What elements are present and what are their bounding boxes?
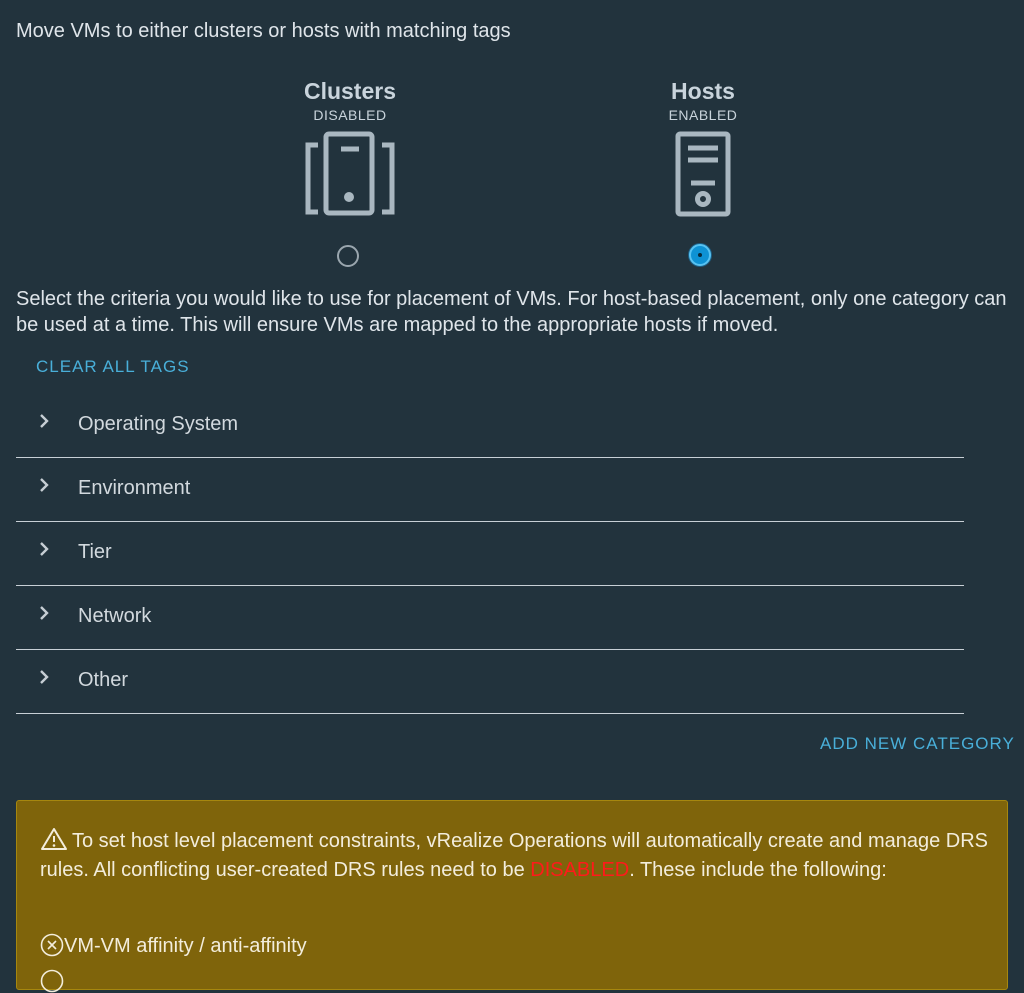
category-network[interactable]: Network bbox=[16, 586, 964, 650]
drs-rule-label: VM-VM affinity / anti-affinity bbox=[64, 935, 307, 957]
hosts-title: Hosts bbox=[671, 78, 735, 104]
clusters-title: Clusters bbox=[303, 78, 397, 104]
clusters-status: DISABLED bbox=[313, 107, 387, 123]
cluster-icon bbox=[305, 131, 395, 216]
close-circle-icon bbox=[40, 933, 64, 957]
close-circle-icon bbox=[40, 969, 64, 993]
category-tier[interactable]: Tier bbox=[16, 522, 964, 586]
category-other[interactable]: Other bbox=[16, 650, 964, 714]
hosts-status: ENABLED bbox=[668, 107, 738, 123]
clusters-option[interactable]: Clusters DISABLED bbox=[280, 78, 420, 221]
clusters-radio[interactable] bbox=[337, 245, 359, 267]
category-label: Environment bbox=[78, 477, 191, 499]
category-accordion: Operating System Environment Tier Networ… bbox=[16, 394, 964, 714]
host-server-icon bbox=[675, 131, 731, 217]
warning-triangle-icon bbox=[41, 828, 67, 850]
category-label: Network bbox=[78, 605, 152, 627]
chevron-right-icon bbox=[40, 606, 49, 620]
add-new-category-link[interactable]: ADD NEW CATEGORY bbox=[820, 734, 1015, 754]
hosts-option[interactable]: Hosts ENABLED bbox=[633, 78, 773, 221]
category-environment[interactable]: Environment bbox=[16, 458, 964, 522]
category-label: Operating System bbox=[78, 413, 239, 435]
drs-warning-alert: To set host level placement constraints,… bbox=[16, 800, 1008, 993]
warning-text-after: . These include the following: bbox=[629, 859, 887, 881]
disabled-highlight: DISABLED bbox=[530, 859, 630, 881]
category-operating-system[interactable]: Operating System bbox=[16, 394, 964, 458]
category-label: Other bbox=[78, 669, 129, 691]
hosts-radio[interactable] bbox=[689, 244, 711, 266]
drs-rule-item: VM-VM affinity / anti-affinity bbox=[40, 933, 307, 958]
clear-all-tags-link[interactable]: CLEAR ALL TAGS bbox=[36, 357, 190, 377]
chevron-right-icon bbox=[40, 478, 49, 492]
category-label: Tier bbox=[78, 541, 112, 563]
chevron-right-icon bbox=[40, 414, 49, 428]
warning-message: To set host level placement constraints,… bbox=[40, 827, 990, 885]
chevron-right-icon bbox=[40, 542, 49, 556]
criteria-description: Select the criteria you would like to us… bbox=[16, 288, 1007, 336]
intro-text: Move VMs to either clusters or hosts wit… bbox=[16, 20, 511, 42]
chevron-right-icon bbox=[40, 670, 49, 684]
